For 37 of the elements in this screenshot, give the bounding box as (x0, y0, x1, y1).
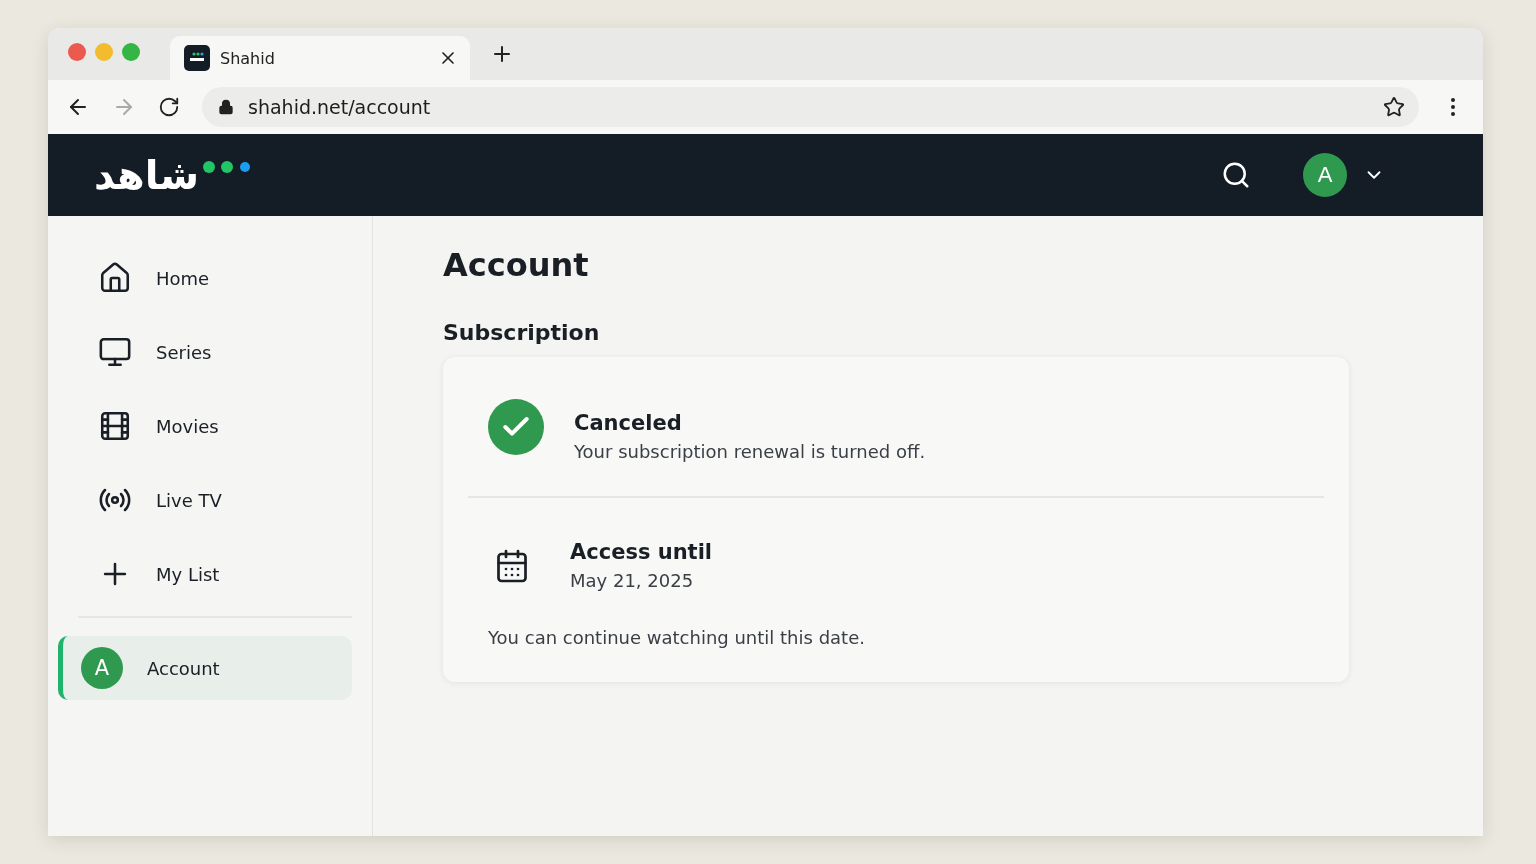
bookmark-star-button[interactable] (1383, 96, 1405, 118)
search-button[interactable] (1221, 160, 1251, 190)
address-bar[interactable]: shahid.net/account (202, 87, 1419, 127)
film-icon (98, 409, 132, 443)
check-icon (488, 399, 544, 455)
sidebar-item[interactable]: Movies (58, 394, 352, 458)
sidebar-item[interactable]: Series (58, 320, 352, 384)
sidebar-item-label: Live TV (156, 489, 222, 511)
sidebar-item-label: Account (147, 657, 220, 679)
home-icon (98, 261, 132, 295)
sidebar-item[interactable]: Home (58, 246, 352, 310)
browser-tab[interactable]: Shahid (170, 36, 470, 80)
tab-title: Shahid (220, 48, 276, 68)
access-note: You can continue watching until this date. (488, 627, 866, 648)
avatar-icon: A (81, 647, 123, 689)
access-title: Access until (570, 540, 713, 564)
sidebar-item-label: Series (156, 341, 212, 363)
favicon-icon (184, 45, 210, 71)
lock-icon (218, 99, 234, 115)
sidebar-item-label: My List (156, 563, 220, 585)
section-title: Subscription (443, 320, 601, 345)
status-title: Canceled (574, 411, 683, 435)
site-logo[interactable]: شاهد (94, 155, 264, 195)
sidebar-item[interactable]: My List (58, 542, 352, 606)
sidebar-item[interactable]: A Account (58, 636, 352, 700)
sidebar-item[interactable]: Live TV (58, 468, 352, 532)
profile-avatar[interactable]: A (1303, 153, 1347, 197)
close-window-icon[interactable] (68, 43, 86, 61)
page-title: Account (443, 246, 590, 284)
monitor-icon (98, 335, 132, 369)
sidebar-item-label: Movies (156, 415, 219, 437)
status-text: Your subscription renewal is turned off. (574, 441, 926, 462)
url-text: shahid.net/account (248, 96, 432, 118)
reload-button[interactable] (158, 96, 180, 118)
calendar-icon (494, 547, 530, 584)
access-date: May 21, 2025 (570, 570, 695, 591)
sidebar-item-label: Home (156, 267, 210, 289)
